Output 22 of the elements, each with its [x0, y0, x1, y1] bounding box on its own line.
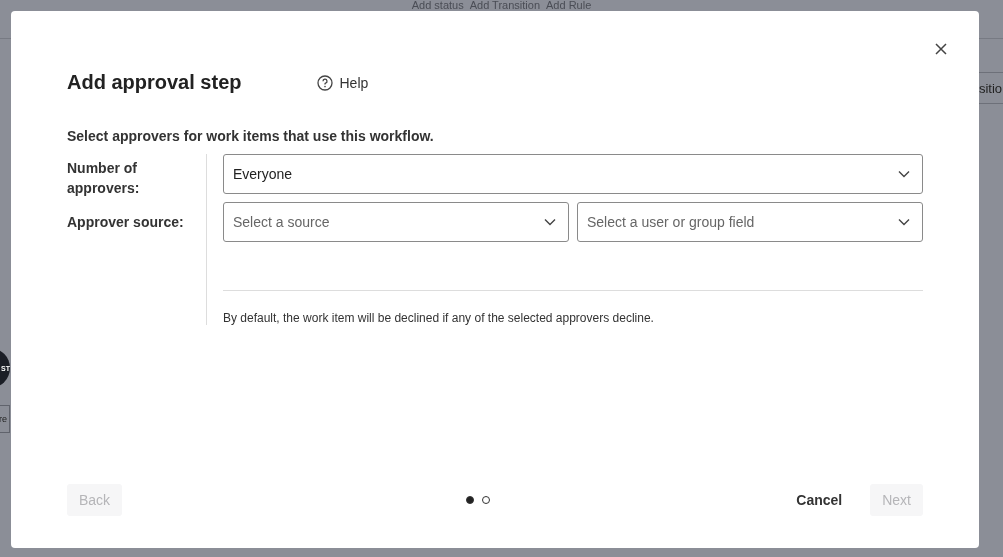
cancel-button[interactable]: Cancel — [784, 484, 855, 516]
toolbar-link[interactable]: Add Transition — [469, 0, 540, 11]
step-dot[interactable] — [482, 496, 491, 504]
help-icon — [317, 74, 334, 91]
node-caption: re — [0, 405, 10, 433]
chevron-down-icon — [898, 170, 910, 178]
step-dot[interactable] — [466, 496, 475, 504]
field-label: Approver source: — [67, 213, 185, 232]
intro-text: Select approvers for work items that use this workflow. — [67, 128, 435, 144]
help-button[interactable]: Help — [317, 74, 369, 91]
field-label: Number of approvers: — [67, 159, 141, 198]
select-field[interactable]: Select a user or group field — [577, 202, 923, 242]
note-text: By default, the work item will be declined if any of the selected approvers decline. — [223, 311, 655, 325]
chevron-down-icon — [898, 218, 910, 226]
select-field[interactable]: Everyone — [223, 154, 923, 194]
toolbar-link[interactable]: Add status — [411, 0, 464, 11]
close-icon — [935, 43, 947, 55]
select-field[interactable]: Select a source — [223, 202, 569, 242]
chevron-down-icon — [544, 218, 556, 226]
dialog-title: Add approval step — [67, 71, 242, 94]
toolbar-link[interactable]: Add Rule — [546, 0, 592, 11]
close-button[interactable] — [933, 41, 949, 57]
